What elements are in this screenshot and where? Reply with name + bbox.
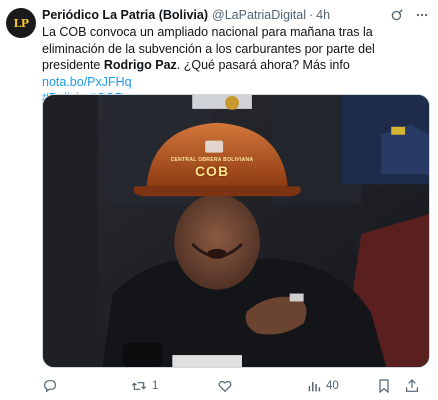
avatar-logo-text: LP xyxy=(13,16,29,30)
tweet[interactable]: LP Periódico La Patria (Bolivia) @LaPatr… xyxy=(0,0,438,400)
helmet-cob-text: COB xyxy=(194,163,230,179)
retweet-count: 1 xyxy=(152,380,159,392)
tweet-text-bold: Rodrigo Paz xyxy=(103,58,177,72)
tweet-text-part2: . ¿Qué pasará ahora? Más info xyxy=(176,58,350,72)
grok-icon[interactable] xyxy=(390,8,404,22)
tweet-media-photo[interactable]: CENTRAL OBRERA BOLIVIANA COB xyxy=(42,94,430,368)
bookmark-icon xyxy=(376,378,392,394)
share-icon xyxy=(404,378,420,394)
separator-dot: · xyxy=(309,8,314,22)
avatar[interactable]: LP xyxy=(6,8,36,38)
timestamp[interactable]: 4h xyxy=(316,8,330,22)
header-actions xyxy=(390,6,430,24)
heart-icon xyxy=(217,378,233,394)
reply-button[interactable] xyxy=(42,376,62,396)
views-button[interactable]: 40 xyxy=(306,376,339,396)
bookmark-button[interactable] xyxy=(376,376,392,396)
action-bar: 1 40 xyxy=(42,376,430,396)
author-name[interactable]: Periódico La Patria (Bolivia) xyxy=(42,8,208,22)
views-icon xyxy=(306,378,322,394)
share-button[interactable] xyxy=(404,376,420,396)
photo-illustration xyxy=(43,95,429,367)
more-icon[interactable] xyxy=(414,8,430,22)
reply-icon xyxy=(42,378,58,394)
views-count: 40 xyxy=(326,380,339,392)
like-button[interactable] xyxy=(217,376,237,396)
retweet-icon xyxy=(130,378,148,394)
tweet-header: Periódico La Patria (Bolivia) @LaPatriaD… xyxy=(42,6,430,24)
tweet-link[interactable]: nota.bo/PxJFHq xyxy=(42,75,132,89)
author-handle[interactable]: @LaPatriaDigital xyxy=(212,8,306,22)
helmet-label: CENTRAL OBRERA BOLIVIANA COB xyxy=(155,157,269,179)
retweet-button[interactable]: 1 xyxy=(130,376,158,396)
